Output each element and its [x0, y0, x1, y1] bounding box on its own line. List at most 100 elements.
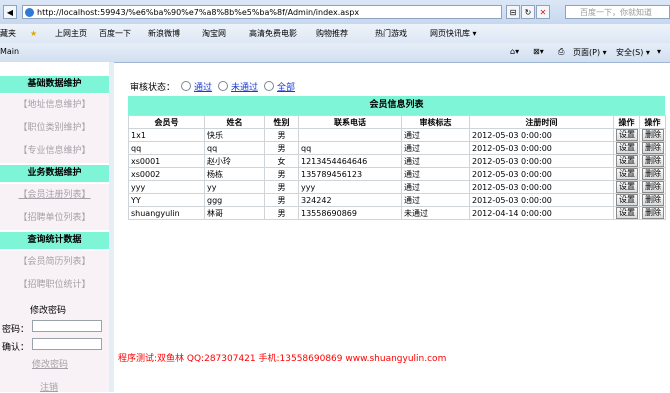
cell-member-id: qq — [128, 141, 205, 155]
cell-register-time: 2012-05-03 0:00:00 — [469, 141, 614, 155]
logout-link[interactable]: 注销 — [40, 380, 58, 393]
sidebar-divider — [109, 62, 114, 392]
change-password-link[interactable]: 修改密码 — [32, 357, 68, 370]
back-icon[interactable]: ◀ — [3, 5, 17, 19]
fav-shopping[interactable]: 购物推荐 — [316, 27, 348, 40]
fav-taobao[interactable]: 淘宝网 — [202, 27, 226, 40]
cell-name: 杨栋 — [204, 167, 265, 181]
tools-menu[interactable]: ▾ — [657, 47, 661, 56]
action-cell: 删除 — [639, 193, 666, 207]
cell-audit-flag: 通过 — [401, 141, 470, 155]
fav-games[interactable]: 热门游戏 — [375, 27, 407, 40]
footer-credit: 程序测试:双鱼林 QQ:287307421 手机:13558690869 www… — [118, 354, 447, 364]
cell-audit-flag: 通过 — [401, 193, 470, 207]
tab-title[interactable]: Main — [0, 47, 19, 56]
fav-home[interactable]: 上网主页 — [55, 27, 87, 40]
sidebar-item-job-category[interactable]: 【职位类别维护】 — [0, 117, 109, 140]
action-cell: 设置 — [613, 141, 640, 155]
cell-audit-flag: 通过 — [401, 154, 470, 168]
url-field[interactable]: http://localhost:59943/%e6%ba%90%e7%a8%8… — [22, 5, 502, 19]
table-row: yyy yy 男 yyy 通过 2012-05-03 0:00:00 设置 删除 — [128, 180, 666, 194]
cell-register-time: 2012-04-14 0:00:00 — [469, 206, 614, 220]
tab-bar: Main ⌂▾ ⊠▾ ⎙ 页面(P) ▾ 安全(S) ▾ ▾ — [0, 43, 670, 63]
page-menu[interactable]: 页面(P) ▾ — [573, 47, 607, 58]
set-button[interactable]: 设置 — [616, 168, 638, 180]
filter-not-passed-link[interactable]: 未通过 — [231, 83, 258, 93]
section-basic-data: 基础数据维护 — [0, 76, 109, 93]
action-cell: 设置 — [613, 193, 640, 207]
fav-news-feed[interactable]: 网页快讯库 ▾ — [430, 27, 477, 40]
cell-gender: 男 — [264, 180, 299, 194]
action-cell: 设置 — [613, 128, 640, 142]
action-cell: 设置 — [613, 206, 640, 220]
delete-button[interactable]: 删除 — [642, 194, 664, 206]
radio-passed[interactable] — [181, 81, 192, 91]
cell-member-id: xs0002 — [128, 167, 205, 181]
address-bar-area: ◀ http://localhost:59943/%e6%ba%90%e7%a8… — [0, 0, 670, 25]
delete-button[interactable]: 删除 — [642, 129, 664, 141]
radio-all[interactable] — [264, 81, 275, 91]
fav-weibo[interactable]: 新浪微博 — [148, 27, 180, 40]
action-cell: 删除 — [639, 167, 666, 181]
safety-menu[interactable]: 安全(S) ▾ — [616, 47, 650, 58]
delete-button[interactable]: 删除 — [642, 207, 664, 219]
table-row: qq qq 男 qq 通过 2012-05-03 0:00:00 设置 删除 — [128, 141, 666, 155]
fav-movies[interactable]: 高清免费电影 — [249, 27, 297, 40]
cell-register-time: 2012-05-03 0:00:00 — [469, 180, 614, 194]
sidebar-item-member-list[interactable]: 【会员注册列表】 — [0, 184, 109, 207]
col-member-id: 会员号 — [128, 115, 205, 129]
sidebar-item-employer-list[interactable]: 【招聘单位列表】 — [0, 207, 109, 230]
password-panel-title: 修改密码 — [30, 306, 67, 316]
set-button[interactable]: 设置 — [616, 207, 638, 219]
home-icon[interactable]: ⌂▾ — [510, 47, 519, 56]
col-gender: 性别 — [264, 115, 299, 129]
sidebar-item-resume-list[interactable]: 【会员简历列表】 — [0, 251, 109, 274]
confirm-password-label: 确认： — [2, 343, 30, 353]
confirm-password-field[interactable] — [32, 338, 102, 350]
sidebar-item-address[interactable]: 【地址信息维护】 — [0, 94, 109, 117]
new-password-field[interactable] — [32, 320, 102, 332]
filter-label: 审核状态： — [130, 83, 176, 93]
set-button[interactable]: 设置 — [616, 194, 638, 206]
table-row: 1x1 快乐男 通过 2012-05-03 0:00:00 设置 删除 — [128, 128, 666, 142]
search-input[interactable]: 百度一下，你就知道 — [565, 5, 670, 19]
set-button[interactable]: 设置 — [616, 129, 638, 141]
cell-audit-flag: 通过 — [401, 180, 470, 194]
cell-gender: 男 — [264, 193, 299, 207]
cell-member-id: shuangyulin — [128, 206, 205, 220]
compat-view-icon[interactable]: ⊟ — [506, 5, 520, 19]
cell-name: 快乐 — [204, 128, 265, 142]
stop-icon[interactable]: ✕ — [536, 5, 550, 19]
fav-baidu[interactable]: 百度一下 — [99, 27, 131, 40]
set-button[interactable]: 设置 — [616, 155, 638, 167]
table-row: xs0002 杨栋男 135789456123 通过 2012-05-03 0:00:0… — [128, 167, 666, 181]
delete-button[interactable]: 删除 — [642, 168, 664, 180]
cell-register-time: 2012-05-03 0:00:00 — [469, 128, 614, 142]
table-row: xs0001 赵小玲女 1213454464646 通过 2012-05-03 0:00… — [128, 154, 666, 168]
delete-button[interactable]: 删除 — [642, 155, 664, 167]
filter-passed-link[interactable]: 通过 — [194, 83, 212, 93]
print-icon[interactable]: ⎙ — [558, 47, 564, 57]
col-action-2: 操作 — [639, 115, 666, 129]
member-table-panel: 会员信息列表 会员号 姓名 性别 联系电话 审核标志 注册时间 操作 操作 1x… — [128, 96, 666, 220]
cell-name: ggg — [204, 193, 265, 207]
col-name: 姓名 — [204, 115, 265, 129]
refresh-icon[interactable]: ↻ — [521, 5, 535, 19]
cell-audit-flag: 通过 — [401, 167, 470, 181]
action-cell: 设置 — [613, 154, 640, 168]
member-table: 会员号 姓名 性别 联系电话 审核标志 注册时间 操作 操作 1x1 快乐男通过 2… — [128, 115, 666, 220]
sidebar-item-position-stats[interactable]: 【招聘职位统计】 — [0, 274, 109, 297]
filter-all-link[interactable]: 全部 — [277, 83, 295, 93]
set-button[interactable]: 设置 — [616, 181, 638, 193]
delete-button[interactable]: 删除 — [642, 181, 664, 193]
favorites-label[interactable]: 藏夹 — [0, 27, 16, 40]
delete-button[interactable]: 删除 — [642, 142, 664, 154]
cell-member-id: YY — [128, 193, 205, 207]
radio-not-passed[interactable] — [218, 81, 229, 91]
set-button[interactable]: 设置 — [616, 142, 638, 154]
new-password-label: 密码： — [2, 325, 30, 335]
cell-gender: 男 — [264, 141, 299, 155]
rss-icon[interactable]: ⊠▾ — [533, 47, 544, 56]
cell-name: 赵小玲 — [204, 154, 265, 168]
sidebar-item-major[interactable]: 【专业信息维护】 — [0, 140, 109, 163]
